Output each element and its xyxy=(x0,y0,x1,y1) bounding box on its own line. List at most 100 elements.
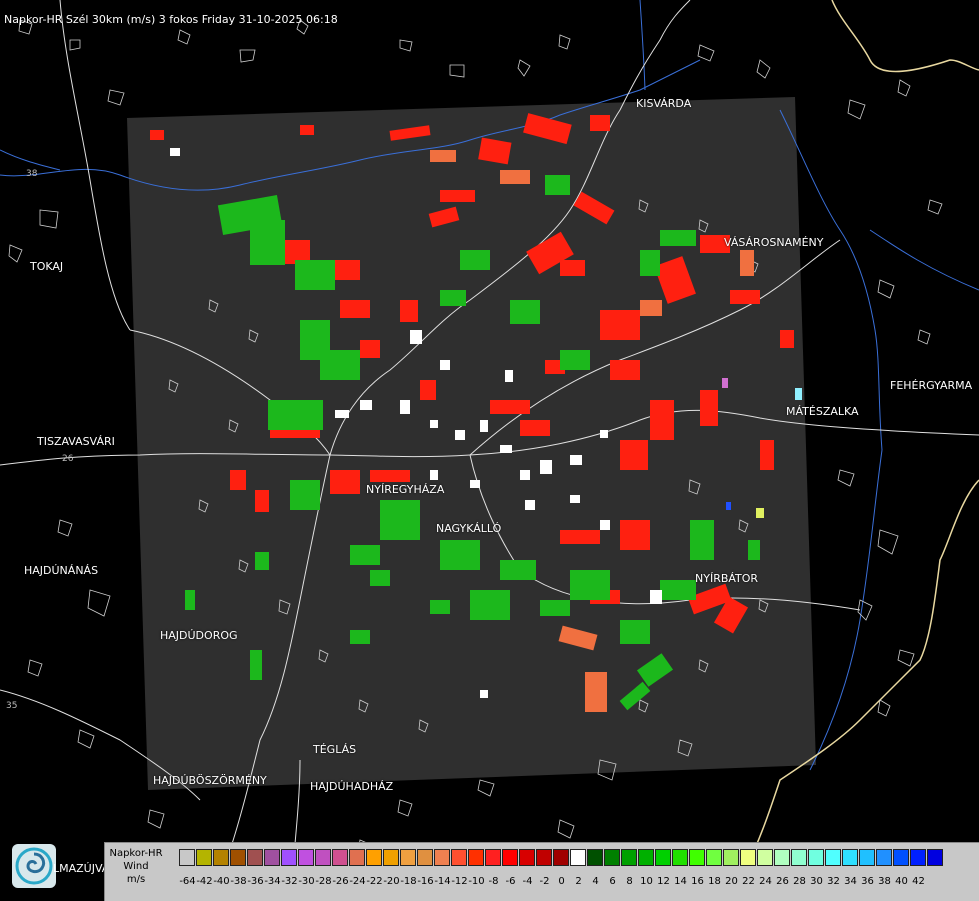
radar-echo-blue xyxy=(726,502,731,510)
legend-swatch xyxy=(638,849,654,866)
city-label-tokaj: TOKAJ xyxy=(30,260,64,273)
legend-tick-label: -10 xyxy=(468,876,485,887)
city-label-hajdunanas: HAJDÚNÁNÁS xyxy=(24,564,99,577)
legend-ticks: -64 -42 -40 -38 -36 -34 -32 -30 -28 -26 -24 -22 -20-… xyxy=(179,876,927,890)
legend-tick-label: 42 xyxy=(912,876,925,887)
road-number-26: 26 xyxy=(62,454,74,464)
radar-echo-yellow xyxy=(756,508,764,518)
legend-swatch xyxy=(757,849,773,866)
city-label-tiszavasvari: TISZAVASVÁRI xyxy=(37,435,115,448)
legend-tick-label: 40 xyxy=(895,876,908,887)
legend-swatch xyxy=(400,849,416,866)
legend-quantity: Wind xyxy=(123,861,149,872)
city-label-vasarosnameny: VÁSÁROSNAMÉNY xyxy=(724,236,824,249)
legend-swatch xyxy=(876,849,892,866)
legend-swatch xyxy=(383,849,399,866)
city-label-kisvarda: KISVÁRDA xyxy=(636,97,692,110)
legend-tick-label: 38 xyxy=(878,876,891,887)
logo xyxy=(12,844,56,888)
city-label-nagykallo: NAGYKÁLLÓ xyxy=(436,522,502,535)
legend-swatch xyxy=(689,849,705,866)
legend-tick-label: 24 xyxy=(759,876,772,887)
legend-swatch xyxy=(417,849,433,866)
legend-tick-label: 22 xyxy=(742,876,755,887)
legend-swatch xyxy=(927,849,943,866)
radar-echo-cyan xyxy=(795,388,802,400)
legend-swatch xyxy=(825,849,841,866)
legend-tick-label: 14 xyxy=(674,876,687,887)
legend-tick-label: 4 xyxy=(592,876,599,887)
legend-tick-label: -22 xyxy=(366,876,383,887)
legend-swatch xyxy=(451,849,467,866)
legend-swatch xyxy=(179,849,195,866)
legend-swatch xyxy=(485,849,501,866)
legend-swatch xyxy=(655,849,671,866)
legend-product: Napkor-HR xyxy=(109,848,163,859)
legend-swatch xyxy=(434,849,450,866)
legend-swatch xyxy=(706,849,722,866)
legend-swatch xyxy=(247,849,263,866)
legend-tick-label: 20 xyxy=(725,876,738,887)
legend-swatch xyxy=(893,849,909,866)
city-label-hajduhadhaz: HAJDÚHADHÁZ xyxy=(310,780,394,793)
legend-tick-label: 12 xyxy=(657,876,670,887)
legend-titles: Napkor-HR Wind m/s xyxy=(105,847,167,886)
legend-swatch xyxy=(230,849,246,866)
legend-tick-label: -20 xyxy=(383,876,400,887)
legend-tick-label: -8 xyxy=(488,876,499,887)
city-label-fehergyarmat: FEHÉRGYARMA xyxy=(890,379,973,392)
legend-swatch xyxy=(502,849,518,866)
legend-tick-label: 32 xyxy=(827,876,840,887)
legend-tick-label: -40 xyxy=(213,876,230,887)
city-label-teglas: TÉGLÁS xyxy=(313,743,357,756)
city-label-hajduboszormeny: HAJDÚBÖSZÖRMÉNY xyxy=(153,774,267,787)
legend-tick-label: 10 xyxy=(640,876,653,887)
map-title: Napkor-HR Szél 30km (m/s) 3 fokos Friday… xyxy=(4,13,338,26)
legend-unit: m/s xyxy=(126,874,146,885)
legend-tick-label: -36 xyxy=(247,876,264,887)
legend-tick-label: -16 xyxy=(417,876,434,887)
legend-tick-label: -26 xyxy=(332,876,349,887)
legend-swatch xyxy=(842,849,858,866)
legend-swatch xyxy=(808,849,824,866)
legend-swatch xyxy=(281,849,297,866)
legend-tick-label: -18 xyxy=(400,876,417,887)
radar-echo-purple xyxy=(722,378,728,388)
legend-swatches xyxy=(179,849,944,867)
legend-swatch xyxy=(740,849,756,866)
legend-tick-label: -28 xyxy=(315,876,332,887)
legend-swatch xyxy=(570,849,586,866)
legend-tick-label: -38 xyxy=(230,876,247,887)
legend-swatch xyxy=(536,849,552,866)
color-legend: Napkor-HR Wind m/s -64 -42 -40 -38 -36 -34 -32… xyxy=(104,842,979,901)
legend-swatch xyxy=(332,849,348,866)
legend-swatch xyxy=(672,849,688,866)
legend-tick-label: -12 xyxy=(451,876,468,887)
legend-swatch xyxy=(315,849,331,866)
legend-swatch xyxy=(366,849,382,866)
legend-tick-label: -64 xyxy=(179,876,196,887)
legend-swatch xyxy=(604,849,620,866)
legend-tick-label: -34 xyxy=(264,876,281,887)
legend-swatch xyxy=(213,849,229,866)
legend-tick-label: 30 xyxy=(810,876,823,887)
legend-tick-label: 18 xyxy=(708,876,721,887)
legend-tick-label: 8 xyxy=(626,876,633,887)
radar-map: 26 38 35 xyxy=(0,0,979,900)
legend-tick-label: 0 xyxy=(558,876,565,887)
legend-swatch xyxy=(859,849,875,866)
legend-swatch xyxy=(587,849,603,866)
legend-tick-label: 26 xyxy=(776,876,789,887)
road-number-38: 38 xyxy=(26,169,38,179)
road-number-35: 35 xyxy=(6,701,17,711)
legend-tick-label: 16 xyxy=(691,876,704,887)
legend-tick-label: -32 xyxy=(281,876,298,887)
legend-swatch xyxy=(468,849,484,866)
legend-swatch xyxy=(196,849,212,866)
legend-swatch xyxy=(910,849,926,866)
legend-swatch xyxy=(621,849,637,866)
legend-tick-label: -30 xyxy=(298,876,315,887)
legend-swatch xyxy=(774,849,790,866)
legend-tick-label: -42 xyxy=(196,876,213,887)
legend-tick-label: 6 xyxy=(609,876,616,887)
